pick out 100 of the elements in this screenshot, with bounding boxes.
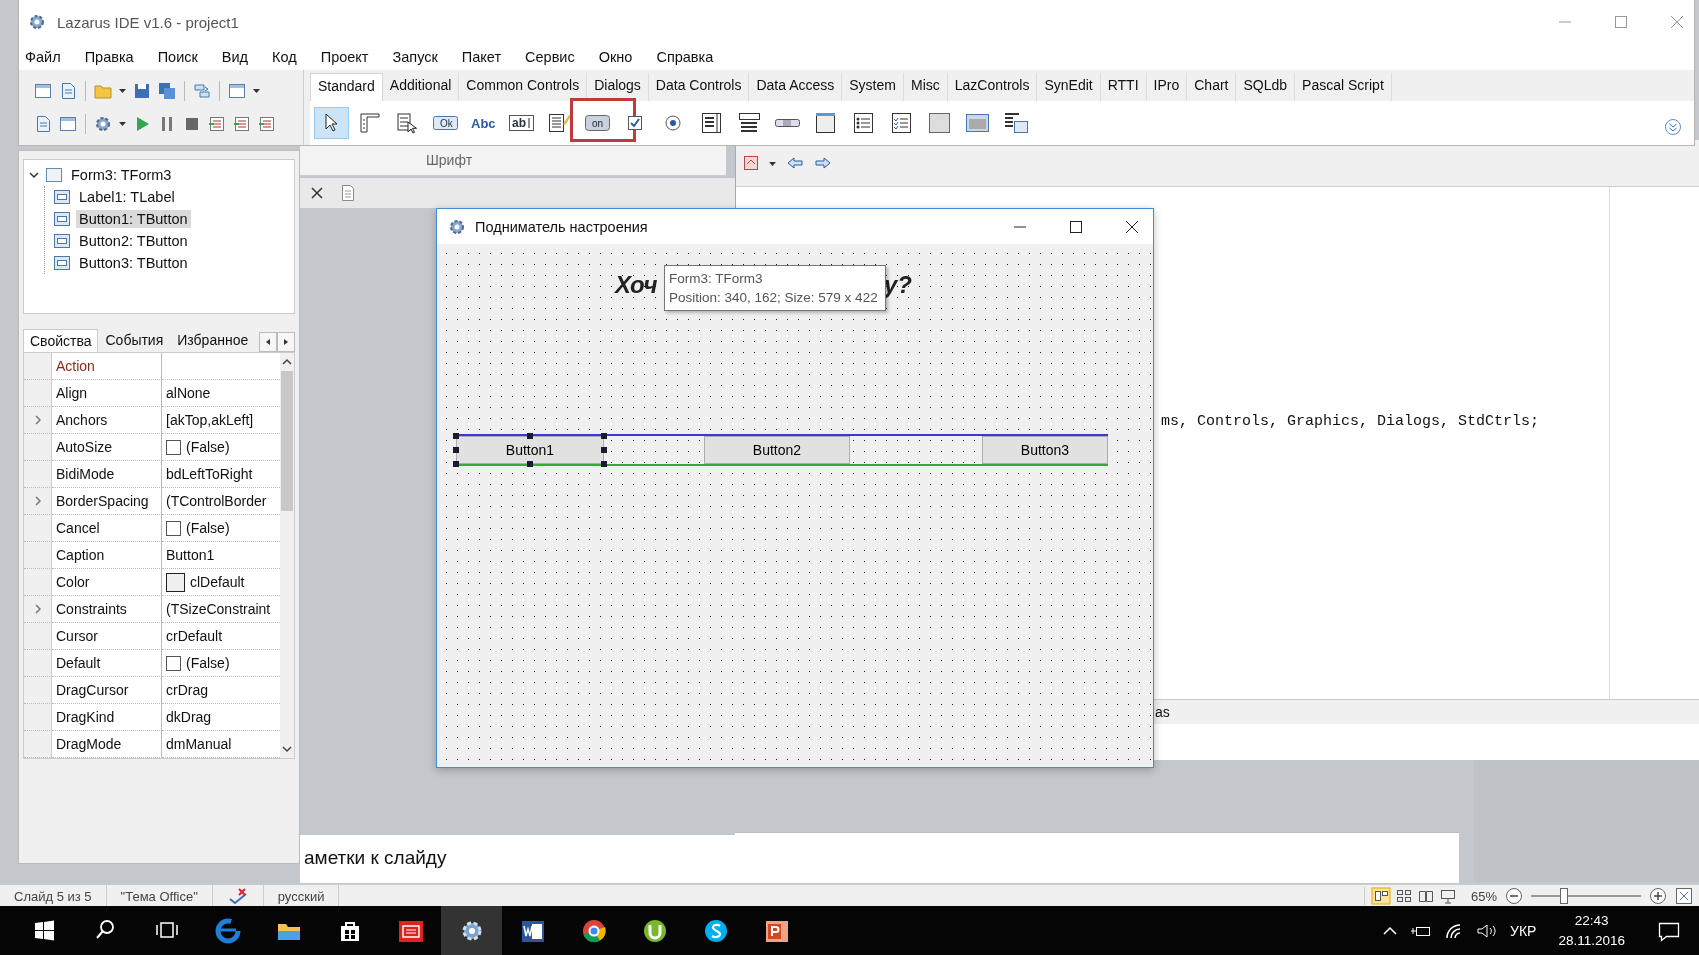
menu-item[interactable]: Справка [656, 48, 714, 66]
property-name: Cursor [56, 628, 98, 644]
tree-item[interactable]: Button2: TButton [76, 232, 191, 250]
resize-handle[interactable] [601, 447, 607, 453]
zoom-level[interactable]: 65% [1470, 888, 1497, 904]
checkbox[interactable] [166, 520, 181, 536]
resize-handle[interactable] [453, 447, 459, 453]
forward-arrow-icon[interactable] [813, 154, 833, 172]
property-name: Color [56, 574, 90, 590]
menu-item[interactable]: Правка [84, 48, 134, 66]
form-button[interactable]: Button2 [704, 436, 850, 464]
property-name: Anchors [56, 412, 108, 428]
keyboard-language[interactable]: УКР [1510, 922, 1537, 939]
component-icon [53, 232, 71, 250]
palette-tab[interactable]: Standard [310, 73, 383, 101]
form-icon [45, 166, 63, 184]
inspector-tab[interactable]: Свойства [23, 329, 99, 352]
resize-handle[interactable] [453, 461, 459, 467]
component-icon [53, 188, 71, 206]
resize-handle[interactable] [527, 461, 533, 467]
property-value[interactable]: Button1 [166, 547, 215, 563]
chevron-icon[interactable] [28, 169, 40, 181]
property-value[interactable]: (False) [186, 439, 230, 455]
resize-handle[interactable] [601, 461, 607, 467]
property-value[interactable]: (False) [186, 655, 230, 671]
resize-handle[interactable] [453, 433, 459, 439]
property-value[interactable]: alNone [166, 385, 211, 401]
tooltip-text: Form3: TForm3 [669, 270, 764, 288]
property-value[interactable]: clDefault [190, 574, 245, 590]
normal-view-icon[interactable] [1370, 887, 1391, 905]
menu-item[interactable]: Файл [25, 48, 61, 66]
menu-item[interactable]: Проект [320, 48, 369, 66]
checkbox[interactable] [166, 655, 181, 671]
menu-item[interactable]: Поиск [157, 48, 198, 66]
home-icon[interactable] [742, 154, 760, 172]
save-all-icon[interactable] [157, 80, 177, 101]
property-value[interactable]: dkDrag [166, 709, 212, 725]
inspector-tab[interactable]: Избранное [170, 328, 256, 352]
notes-text: аметки к слайду [304, 847, 447, 869]
property-name: Default [56, 655, 101, 671]
label-text: Хоч [615, 271, 658, 299]
maximize-icon[interactable] [1069, 219, 1083, 234]
scrollbar[interactable] [280, 353, 294, 758]
slider-thumb[interactable] [1560, 888, 1568, 904]
menu-item[interactable]: Запуск [392, 48, 438, 66]
menu-item[interactable]: Окно [598, 48, 633, 66]
tree-item[interactable]: Form3: TForm3 [68, 166, 175, 184]
fit-icon[interactable] [1675, 887, 1693, 905]
tree-item[interactable]: Button1: TButton [76, 210, 191, 228]
tree-item[interactable]: Label1: TLabel [76, 188, 178, 206]
form-button[interactable]: Button3 [982, 436, 1108, 464]
window-title: Lazarus IDE v1.6 - project1 [57, 13, 239, 31]
property-name: Align [56, 385, 88, 401]
property-name: BidiMode [56, 466, 115, 482]
clock-date[interactable]: 28.11.2016 [1558, 930, 1625, 951]
menu-item[interactable]: Пакет [461, 48, 502, 66]
menu-item[interactable]: Код [272, 48, 297, 66]
property-value[interactable]: (False) [186, 520, 230, 536]
clock-time[interactable]: 22:43 [1574, 910, 1609, 931]
window-title: Подниматель настроения [475, 218, 648, 235]
property-name: AutoSize [56, 439, 113, 455]
property-name: DragCursor [56, 682, 129, 698]
property-value[interactable]: bdLeftToRight [166, 466, 253, 482]
grid-view-icon[interactable] [1394, 887, 1413, 905]
component-icon [53, 254, 71, 272]
color-swatch [166, 572, 185, 592]
property-value[interactable]: (TSizeConstraint [166, 601, 271, 617]
zoom-in-icon[interactable] [1649, 887, 1667, 905]
close-icon[interactable] [310, 186, 324, 200]
checkbox[interactable] [166, 439, 181, 455]
property-value[interactable]: (TControlBorder [166, 493, 267, 509]
speaker-icon[interactable] [1476, 921, 1499, 940]
message-text: as [1155, 704, 1170, 720]
code-line: ms, Controls, Graphics, Dialogs, StdCtrls; [1161, 413, 1540, 430]
group-label: Шрифт [426, 152, 473, 168]
browser-icon[interactable] [213, 916, 242, 945]
property-value[interactable]: [akTop,akLeft] [166, 412, 254, 428]
expand-icon[interactable] [1664, 118, 1682, 136]
property-value[interactable]: crDrag [166, 682, 208, 698]
tree-item[interactable]: Button3: TButton [76, 254, 191, 272]
resize-handle[interactable] [527, 433, 533, 439]
inspector-tab[interactable]: События [98, 328, 171, 352]
close-icon[interactable] [1125, 219, 1139, 234]
resize-handle[interactable] [601, 433, 607, 439]
property-name: DragMode [56, 736, 122, 752]
property-name: Action [56, 358, 95, 374]
property-value[interactable]: crDefault [166, 628, 223, 644]
presentation-icon[interactable] [1438, 887, 1457, 905]
scroll-thumb[interactable] [281, 371, 293, 511]
zoom-out-icon[interactable] [1505, 887, 1523, 905]
taskbar-button[interactable] [441, 906, 502, 955]
menu-item[interactable]: Вид [221, 48, 249, 66]
property-value[interactable]: dmManual [166, 736, 232, 752]
property-name: DragKind [56, 709, 115, 725]
menu-item[interactable]: Сервис [525, 48, 575, 66]
component-icon [53, 210, 71, 228]
form-button[interactable]: Button1 [456, 436, 604, 464]
property-name: Caption [56, 547, 105, 563]
tooltip-text: Position: 340, 162; Size: 579 x 422 [669, 289, 879, 307]
back-arrow-icon[interactable] [785, 154, 805, 172]
